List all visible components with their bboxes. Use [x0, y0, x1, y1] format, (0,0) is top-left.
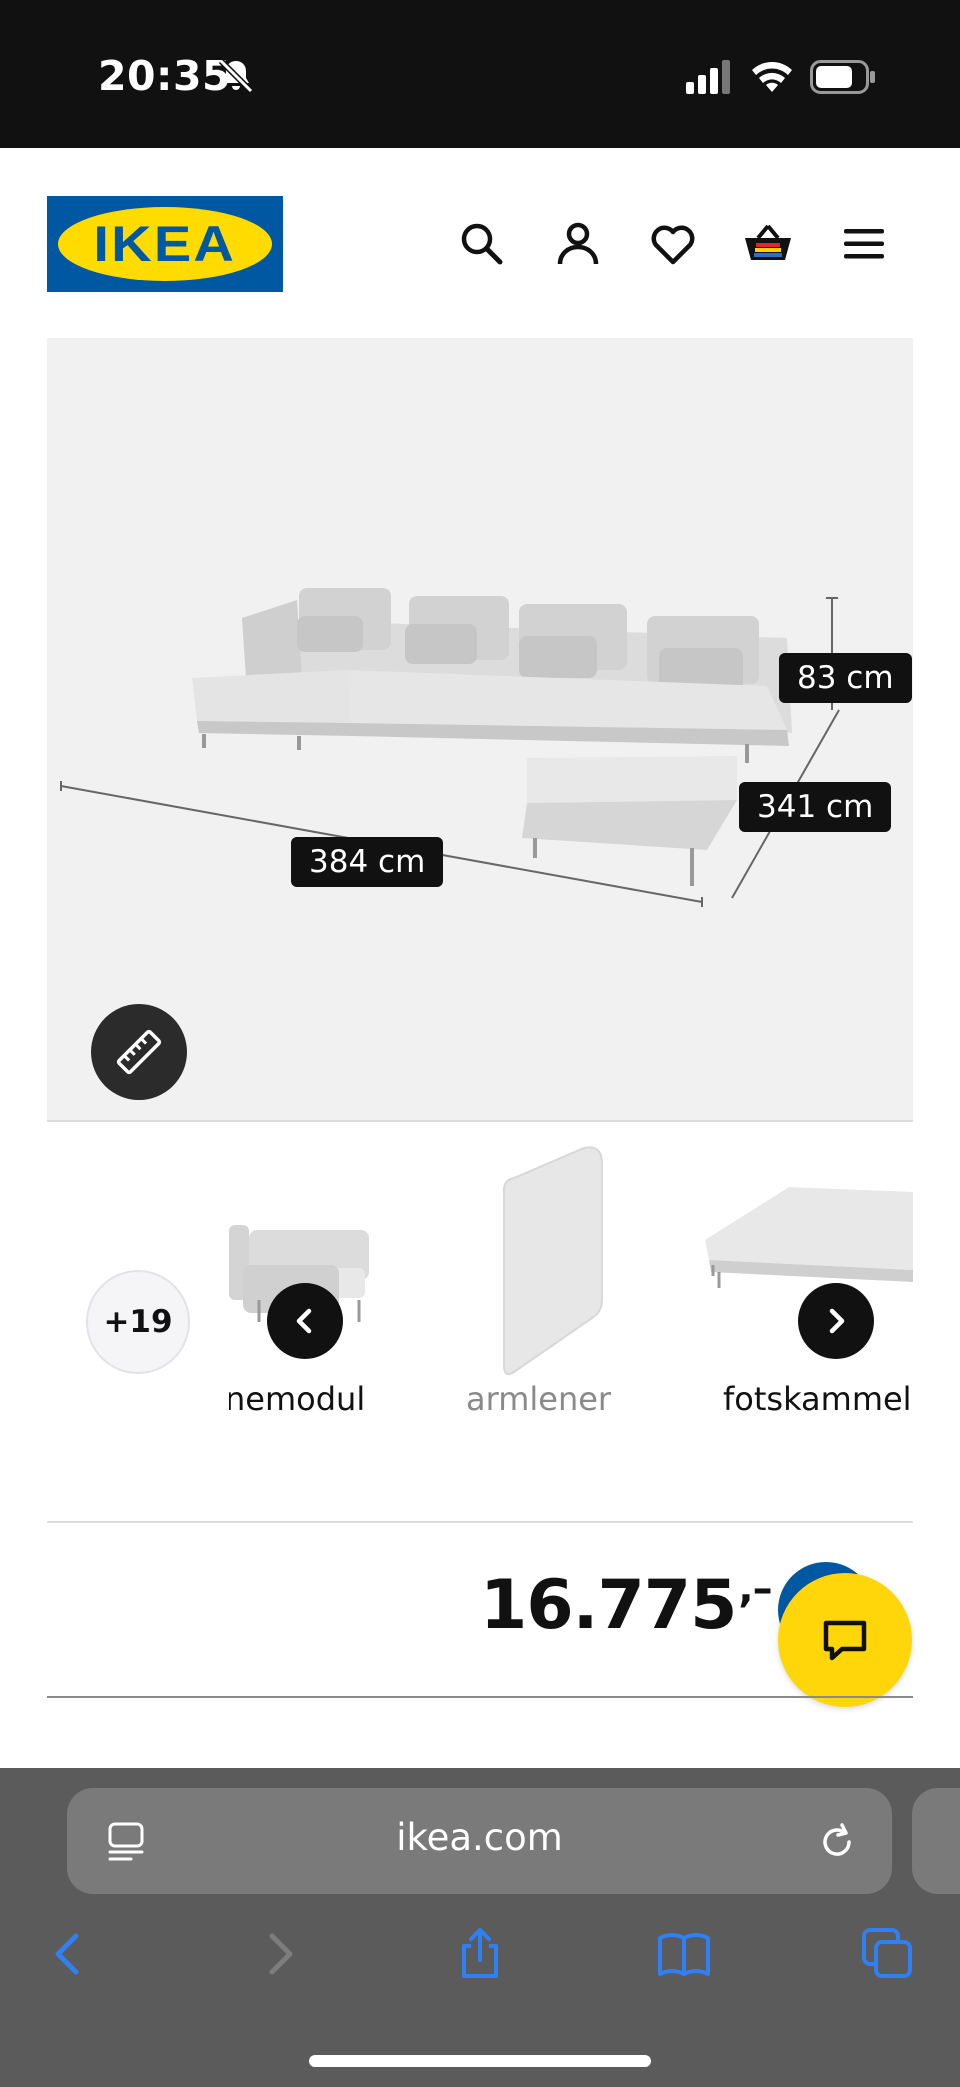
thumbnail-caption: armlener [466, 1380, 612, 1418]
back-icon[interactable] [42, 1926, 98, 1982]
chevron-right-icon [829, 1308, 845, 1334]
ikea-logo[interactable]: IKEA [47, 196, 283, 292]
battery-icon [810, 60, 875, 94]
chat-button[interactable] [778, 1573, 912, 1707]
price-suffix: ,– [738, 1566, 772, 1612]
next-tab-peek[interactable] [912, 1788, 960, 1894]
ruler-icon [116, 1029, 162, 1075]
account-icon[interactable] [552, 218, 604, 270]
url-text: ikea.com [396, 1816, 563, 1859]
wifi-icon [752, 62, 792, 92]
thumbnail-caption: fotskammel [723, 1380, 912, 1418]
thumbnail-item[interactable]: nemodul [229, 1140, 469, 1430]
module-carousel[interactable]: nemodul armlener fotskammel [229, 1140, 913, 1430]
bell-slash-icon [218, 58, 254, 94]
product-image[interactable]: 83 cm 341 cm 384 cm [47, 338, 913, 1120]
divider [47, 1521, 913, 1523]
product-price: 16.775,– [480, 1566, 773, 1645]
thumbnail-item[interactable]: fotskammel [699, 1140, 913, 1430]
reload-icon[interactable] [815, 1820, 859, 1864]
divider [47, 1120, 913, 1122]
tabs-icon[interactable] [860, 1926, 916, 1982]
depth-dimension-label: 341 cm [739, 782, 892, 832]
status-bar: 20:35 [0, 0, 960, 148]
sofa-illustration [60, 588, 840, 907]
logo-text: IKEA [93, 216, 237, 272]
divider [47, 1696, 913, 1698]
carousel-next-button[interactable] [798, 1283, 874, 1359]
width-dimension-label: 384 cm [291, 837, 444, 887]
thumbnail-item[interactable]: armlener [466, 1140, 709, 1430]
more-variants-chip[interactable]: +19 [86, 1270, 190, 1374]
cellular-signal-icon [686, 60, 730, 94]
chevron-left-icon [296, 1308, 312, 1334]
measure-button[interactable] [91, 1004, 187, 1100]
share-icon[interactable] [452, 1926, 508, 1982]
height-dimension-label: 83 cm [779, 653, 912, 703]
carousel-prev-button[interactable] [267, 1283, 343, 1359]
status-time: 20:35 [98, 52, 232, 100]
browser-toolbar: ikea.com [0, 1768, 960, 2087]
site-header: IKEA [0, 148, 960, 338]
wishlist-heart-icon[interactable] [647, 218, 699, 270]
search-icon[interactable] [456, 218, 508, 270]
bookmarks-icon[interactable] [656, 1926, 712, 1982]
module-image [503, 1146, 603, 1375]
thumbnail-caption: nemodul [229, 1380, 366, 1418]
shopping-basket-icon[interactable] [742, 218, 794, 270]
home-indicator[interactable] [309, 2055, 651, 2067]
chat-bubble-icon [823, 1620, 867, 1661]
menu-icon[interactable] [838, 218, 890, 270]
forward-icon [269, 1933, 293, 1975]
address-bar[interactable]: ikea.com [67, 1788, 892, 1894]
